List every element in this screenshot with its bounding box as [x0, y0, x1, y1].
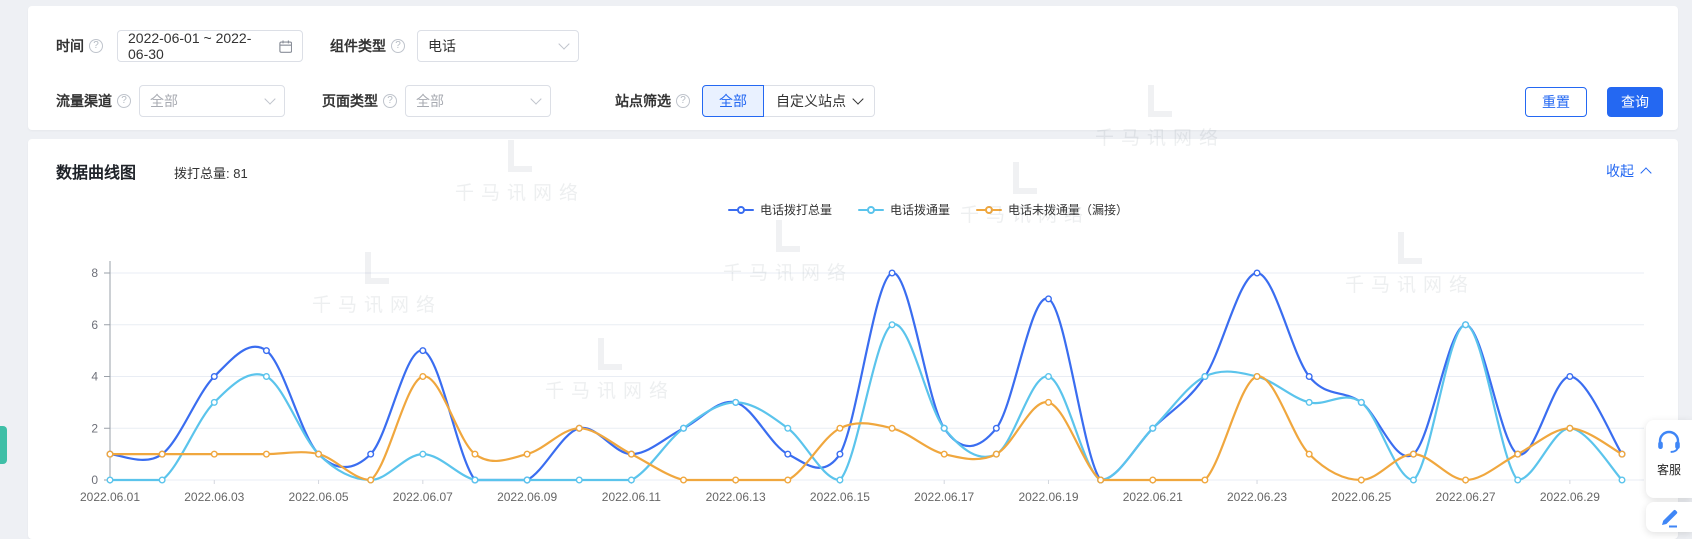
svg-text:2022.06.13: 2022.06.13: [706, 490, 766, 504]
svg-text:2: 2: [91, 421, 98, 435]
traffic-channel-select[interactable]: 全部: [139, 85, 285, 117]
page-type-label: 页面类型: [322, 91, 378, 111]
component-type-help-icon[interactable]: ?: [391, 39, 405, 53]
page-type-help-icon[interactable]: ?: [383, 94, 397, 108]
line-chart[interactable]: 0 2 4 6 8 2022.06.01 2022.06.03 2022.06.05 2022.…: [28, 139, 1678, 529]
svg-text:2022.06.09: 2022.06.09: [497, 490, 557, 504]
svg-text:4: 4: [91, 370, 98, 384]
svg-text:6: 6: [91, 318, 98, 332]
site-filter-custom-button[interactable]: 自定义站点: [764, 85, 875, 117]
svg-text:2022.06.01: 2022.06.01: [80, 490, 140, 504]
svg-text:2022.06.23: 2022.06.23: [1227, 490, 1287, 504]
svg-text:2022.06.27: 2022.06.27: [1436, 490, 1496, 504]
site-filter-help-icon[interactable]: ?: [676, 94, 690, 108]
date-range-value: 2022-06-01 ~ 2022-06-30: [128, 30, 271, 62]
component-type-select[interactable]: 电话: [417, 30, 579, 62]
calendar-icon: [279, 39, 292, 54]
svg-text:0: 0: [91, 473, 98, 487]
chevron-down-icon: [530, 93, 541, 104]
time-help-icon[interactable]: ?: [89, 39, 103, 53]
svg-text:8: 8: [91, 266, 98, 280]
filter-panel: 时间 ? 2022-06-01 ~ 2022-06-30 组件类型 ? 电话 流…: [28, 6, 1678, 130]
traffic-channel-label: 流量渠道: [56, 91, 112, 111]
component-type-value: 电话: [428, 36, 456, 56]
svg-text:2022.06.05: 2022.06.05: [289, 490, 349, 504]
date-range-input[interactable]: 2022-06-01 ~ 2022-06-30: [117, 30, 303, 62]
chevron-down-icon: [558, 38, 569, 49]
feedback-widget[interactable]: [1646, 502, 1692, 532]
time-label: 时间: [56, 36, 84, 56]
svg-text:2022.06.15: 2022.06.15: [810, 490, 870, 504]
customer-service-widget[interactable]: 客服: [1646, 420, 1692, 498]
site-filter-label: 站点筛选: [615, 91, 671, 111]
svg-text:2022.06.29: 2022.06.29: [1540, 490, 1600, 504]
chevron-down-icon: [264, 93, 275, 104]
chart-panel: 数据曲线图 拨打总量: 81 收起 电话拨打总量 电话拨通量 电话未拨通量（漏接…: [28, 139, 1678, 539]
query-button[interactable]: 查询: [1607, 87, 1663, 117]
svg-text:2022.06.07: 2022.06.07: [393, 490, 453, 504]
reset-button[interactable]: 重置: [1525, 87, 1587, 117]
page-type-value: 全部: [416, 91, 444, 111]
site-filter-custom-label: 自定义站点: [776, 91, 846, 111]
pencil-icon: [1659, 508, 1679, 528]
svg-text:2022.06.21: 2022.06.21: [1123, 490, 1183, 504]
svg-text:2022.06.25: 2022.06.25: [1331, 490, 1391, 504]
svg-text:2022.06.03: 2022.06.03: [184, 490, 244, 504]
page-type-select[interactable]: 全部: [405, 85, 551, 117]
customer-service-label: 客服: [1646, 461, 1692, 478]
site-filter-all-button[interactable]: 全部: [702, 85, 764, 117]
svg-text:2022.06.17: 2022.06.17: [914, 490, 974, 504]
traffic-channel-help-icon[interactable]: ?: [117, 94, 131, 108]
svg-text:2022.06.11: 2022.06.11: [602, 490, 661, 504]
headset-icon: [1656, 428, 1682, 454]
svg-text:2022.06.19: 2022.06.19: [1018, 490, 1078, 504]
component-type-label: 组件类型: [330, 36, 386, 56]
side-contact-tab[interactable]: [0, 426, 7, 464]
traffic-channel-value: 全部: [150, 91, 178, 111]
chevron-down-icon: [852, 93, 863, 104]
